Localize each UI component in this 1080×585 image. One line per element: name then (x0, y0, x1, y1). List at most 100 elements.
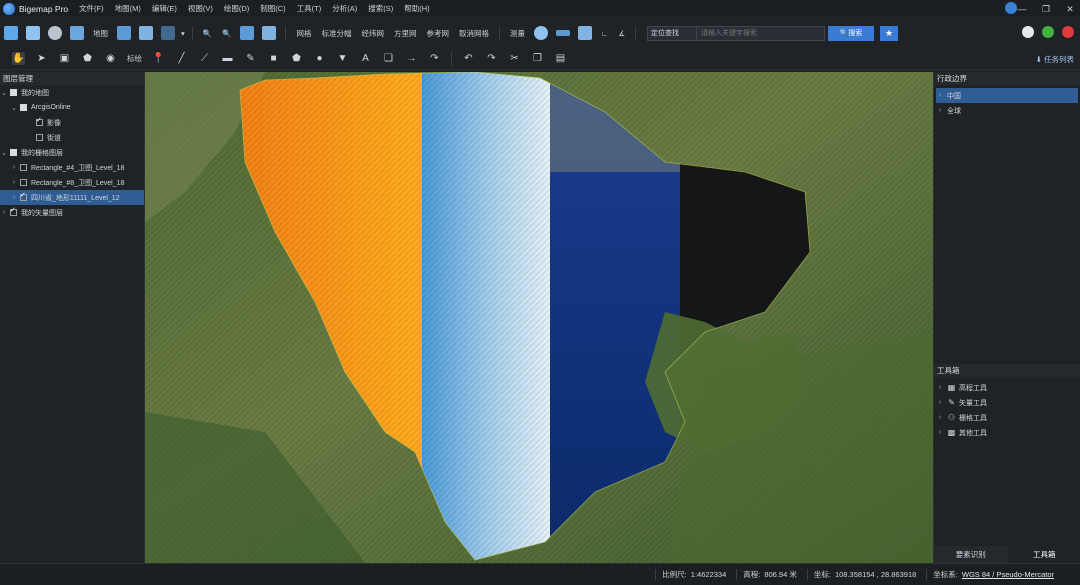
sector-icon[interactable]: ▼ (336, 52, 349, 65)
angle-icon[interactable]: ∟ (601, 29, 608, 38)
brush-icon[interactable]: ✎ (244, 52, 257, 65)
redo-icon[interactable]: ↷ (485, 52, 498, 65)
tree-row-rect4[interactable]: › Rectangle_#4_卫图_Level_18 (0, 160, 144, 175)
map-layer-icon[interactable] (139, 26, 153, 40)
grid-button[interactable]: 网格 (296, 28, 311, 39)
task-list-button[interactable]: ⬇ 任务列表 (1036, 54, 1074, 65)
standard-sheet-button[interactable]: 标准分幅 (321, 28, 351, 39)
menu-map[interactable]: 地图(M) (115, 3, 141, 14)
menu-analysis[interactable]: 分析(A) (332, 3, 357, 14)
wechat-icon[interactable] (1042, 26, 1054, 38)
tab-toolbox[interactable]: 工具箱 (1007, 546, 1080, 563)
rectangle-small-icon[interactable]: ▬ (221, 52, 234, 65)
menu-search[interactable]: 搜索(S) (368, 3, 393, 14)
paste-icon[interactable]: ▤ (554, 52, 567, 65)
admin-item-global[interactable]: › 全球 (936, 103, 1080, 118)
checkbox[interactable] (20, 191, 27, 201)
chevron-right-icon[interactable]: › (0, 209, 8, 216)
zoom-out-icon[interactable]: 🔍 (222, 29, 231, 38)
close-icon[interactable]: ✕ (1064, 3, 1076, 15)
menu-tools[interactable]: 工具(T) (297, 3, 322, 14)
qq-icon[interactable] (1022, 26, 1034, 38)
full-extent-icon[interactable] (240, 26, 255, 40)
checkbox[interactable] (36, 134, 43, 141)
cut-icon[interactable]: ✂ (508, 52, 521, 65)
undo-icon[interactable]: ↶ (462, 52, 475, 65)
admin-item-china[interactable]: › 中国 (936, 88, 1078, 103)
select-arrow-icon[interactable]: ➤ (35, 52, 48, 65)
zoom-in-icon[interactable]: 🔍 (203, 29, 212, 38)
chevron-right-icon[interactable]: › (936, 399, 944, 406)
select-box-icon[interactable]: ▣ (58, 52, 71, 65)
checkbox[interactable] (10, 149, 17, 156)
polyline-icon[interactable]: ⟋ (198, 52, 211, 65)
arrow-icon[interactable]: → (405, 52, 418, 65)
tree-row-street[interactable]: 街道 (0, 130, 144, 145)
tool-other[interactable]: › ▩ 其他工具 (936, 425, 1080, 440)
reference-grid-button[interactable]: 参考网 (426, 28, 449, 39)
checkbox[interactable] (20, 179, 27, 186)
chevron-down-icon[interactable]: ⌄ (0, 89, 8, 97)
rectangle-icon[interactable]: ■ (267, 52, 280, 65)
pentagon-icon[interactable]: ⬟ (290, 52, 303, 65)
crs-link[interactable]: WGS 84 / Pseudo-Mercator (962, 570, 1054, 579)
screen-icon[interactable] (70, 26, 84, 40)
minimize-icon[interactable]: — (1016, 3, 1028, 15)
menu-edit[interactable]: 编辑(E) (152, 3, 177, 14)
km-grid-button[interactable]: 方里网 (394, 28, 417, 39)
tree-row-raster[interactable]: ⌄ 我的栅格图层 (0, 145, 144, 160)
area-measure-icon[interactable] (577, 26, 592, 40)
chevron-right-icon[interactable]: › (10, 179, 18, 186)
ruler-icon[interactable] (555, 30, 570, 36)
graticule-button[interactable]: 经纬网 (361, 28, 384, 39)
chevron-down-icon[interactable]: ⌄ (0, 149, 8, 157)
new-file-icon[interactable] (26, 26, 40, 40)
chevron-right-icon[interactable]: › (936, 414, 944, 421)
curved-arrow-icon[interactable]: ↷ (428, 52, 441, 65)
compass-icon[interactable]: ∡ (618, 29, 625, 38)
menu-cartography[interactable]: 制图(C) (260, 3, 285, 14)
map-view[interactable] (145, 72, 933, 563)
chevron-right-icon[interactable]: › (936, 429, 944, 436)
menu-view[interactable]: 视图(V) (188, 3, 213, 14)
open-folder-icon[interactable] (4, 26, 18, 40)
locate-person-icon[interactable] (533, 26, 548, 40)
map-source-icon[interactable] (117, 26, 131, 40)
search-button[interactable]: 🔍搜索 (828, 25, 875, 41)
select-poly-icon[interactable]: ⬟ (81, 52, 94, 65)
circle-icon[interactable]: ● (313, 52, 326, 65)
chevron-right-icon[interactable]: › (936, 92, 944, 99)
restore-icon[interactable]: ❐ (1040, 3, 1052, 15)
checkbox[interactable] (10, 89, 17, 96)
pan-hand-icon[interactable]: ✋ (12, 52, 25, 65)
chevron-down-icon[interactable]: ▾ (181, 29, 185, 38)
weibo-icon[interactable] (1062, 26, 1074, 38)
tree-row-arcgis[interactable]: ⌄ ArcgisOnline (0, 100, 144, 115)
bookmark-star-button[interactable]: ★ (880, 25, 899, 41)
layer-stack-icon[interactable]: ❏ (382, 52, 395, 65)
checkbox[interactable] (20, 104, 27, 111)
chevron-right-icon[interactable]: › (936, 384, 944, 391)
tool-vector[interactable]: › ✎ 矢量工具 (936, 395, 1080, 410)
tree-row-imagery[interactable]: 影像 (0, 115, 144, 130)
line-icon[interactable]: ╱ (175, 52, 188, 65)
checkbox[interactable] (20, 164, 27, 171)
cancel-grid-button[interactable]: 取消网格 (459, 28, 489, 39)
search-input[interactable] (697, 25, 826, 41)
text-icon[interactable]: A (359, 52, 372, 65)
search-mode-select[interactable]: 定位查找 (647, 25, 698, 41)
identify-icon[interactable]: ◉ (104, 52, 117, 65)
chevron-right-icon[interactable]: › (936, 107, 944, 114)
chevron-down-icon[interactable]: ⌄ (10, 104, 18, 112)
checkbox[interactable] (36, 116, 43, 126)
tree-row-my-map[interactable]: ⌄ 我的地图 (0, 85, 144, 100)
tree-row-vector[interactable]: › 我的矢量图层 (0, 205, 144, 220)
menu-draw[interactable]: 绘图(D) (224, 3, 249, 14)
chevron-right-icon[interactable]: › (10, 164, 18, 171)
tool-raster[interactable]: › ⚇ 栅格工具 (936, 410, 1080, 425)
checkbox[interactable] (10, 206, 17, 216)
copy-icon[interactable]: ❐ (531, 52, 544, 65)
menu-help[interactable]: 帮助(H) (404, 3, 429, 14)
chevron-right-icon[interactable]: › (10, 194, 18, 201)
settings-gear-icon[interactable] (48, 26, 62, 40)
